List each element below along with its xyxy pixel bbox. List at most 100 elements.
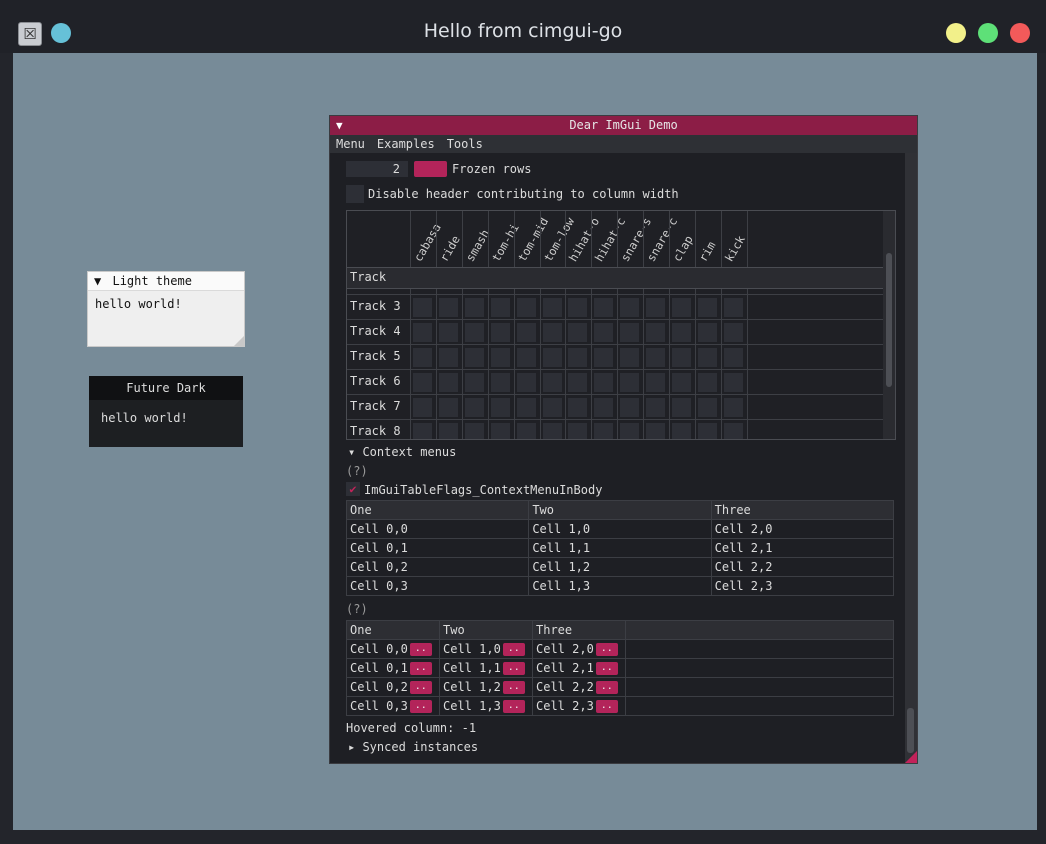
drum-step-checkbox[interactable] <box>646 348 666 367</box>
help-marker-2[interactable]: (?) <box>346 602 368 616</box>
drum-step-checkbox[interactable] <box>464 323 484 342</box>
minimize-button[interactable] <box>946 23 966 43</box>
close-button[interactable] <box>1010 23 1030 43</box>
drum-step-checkbox[interactable] <box>438 298 458 317</box>
drum-step-checkbox[interactable] <box>568 423 588 439</box>
context-menu-checkbox[interactable]: ✔ <box>346 482 360 496</box>
drum-step-checkbox[interactable] <box>723 323 743 342</box>
drum-step-checkbox[interactable] <box>672 373 691 392</box>
drum-step-checkbox[interactable] <box>723 298 743 317</box>
drum-step-checkbox[interactable] <box>413 298 432 317</box>
drum-column-header[interactable]: ride <box>437 233 463 264</box>
drum-step-checkbox[interactable] <box>438 423 458 439</box>
cell-button[interactable]: .. <box>409 662 432 675</box>
help-marker[interactable]: (?) <box>346 464 368 478</box>
future-dark-window[interactable]: Future Dark hello world! <box>89 376 243 447</box>
drum-step-checkbox[interactable] <box>490 348 510 367</box>
light-theme-window[interactable]: ▼ Light theme hello world! <box>87 271 245 347</box>
table-cell[interactable]: Cell 1,2 <box>528 557 712 577</box>
table-column-header[interactable]: Three <box>710 500 895 520</box>
drum-step-checkbox[interactable] <box>464 348 484 367</box>
synced-instances-tree-node[interactable]: ▸ Synced instances <box>348 740 478 754</box>
drum-step-checkbox[interactable] <box>672 323 691 342</box>
drum-step-checkbox[interactable] <box>516 423 536 439</box>
drum-step-checkbox[interactable] <box>672 398 691 417</box>
next-tree-node-partial[interactable]: ▸ <box>348 758 355 763</box>
drum-step-checkbox[interactable] <box>568 398 588 417</box>
table-scrollbar[interactable] <box>883 211 895 439</box>
menu-tools[interactable]: Tools <box>441 135 489 153</box>
table-cell[interactable]: Cell 1,1 <box>528 538 712 558</box>
demo-scrollbar[interactable] <box>905 153 917 763</box>
drum-step-checkbox[interactable] <box>542 323 562 342</box>
table-cell[interactable]: Cell 0,1 <box>345 538 530 558</box>
drum-step-checkbox[interactable] <box>672 298 691 317</box>
demo-scrollbar-grab[interactable] <box>907 708 914 753</box>
drum-step-checkbox[interactable] <box>568 348 588 367</box>
drum-step-checkbox[interactable] <box>568 323 588 342</box>
drum-step-checkbox[interactable] <box>646 373 666 392</box>
menu-examples[interactable]: Examples <box>371 135 441 153</box>
drum-step-checkbox[interactable] <box>516 298 536 317</box>
menu-menu[interactable]: Menu <box>330 135 371 153</box>
drum-step-checkbox[interactable] <box>620 423 640 439</box>
drum-step-checkbox[interactable] <box>620 298 640 317</box>
frozen-rows-slider[interactable] <box>414 161 447 177</box>
cell-button[interactable]: .. <box>595 643 618 656</box>
drum-step-checkbox[interactable] <box>646 423 666 439</box>
drum-step-checkbox[interactable] <box>568 298 588 317</box>
drum-step-checkbox[interactable] <box>542 298 562 317</box>
drum-column-header[interactable]: kick <box>722 233 748 264</box>
drum-step-checkbox[interactable] <box>620 373 640 392</box>
drum-step-checkbox[interactable] <box>723 423 743 439</box>
drum-step-checkbox[interactable] <box>490 373 510 392</box>
drum-step-checkbox[interactable] <box>516 373 536 392</box>
cell-button[interactable]: .. <box>595 700 618 713</box>
table-cell[interactable]: Cell 1,3 <box>528 576 712 596</box>
drum-step-checkbox[interactable] <box>464 373 484 392</box>
cell-button[interactable]: .. <box>502 643 525 656</box>
context-menus-tree-node[interactable]: ▾ Context menus <box>348 445 456 459</box>
drum-step-checkbox[interactable] <box>697 323 717 342</box>
table-cell[interactable]: Cell 0,3 <box>345 576 530 596</box>
drum-step-checkbox[interactable] <box>542 398 562 417</box>
drum-step-checkbox[interactable] <box>672 423 691 439</box>
disable-header-checkbox[interactable] <box>346 185 364 203</box>
drum-step-checkbox[interactable] <box>464 423 484 439</box>
drum-column-header[interactable]: rim <box>696 239 719 264</box>
cell-button[interactable]: .. <box>502 662 525 675</box>
collapse-icon[interactable]: ▼ <box>94 274 101 288</box>
drum-step-checkbox[interactable] <box>438 323 458 342</box>
drum-step-checkbox[interactable] <box>413 398 432 417</box>
drum-step-checkbox[interactable] <box>490 298 510 317</box>
table-cell[interactable]: Cell 0,0 <box>345 519 530 539</box>
drum-step-checkbox[interactable] <box>438 398 458 417</box>
drum-step-checkbox[interactable] <box>723 398 743 417</box>
drum-step-checkbox[interactable] <box>413 373 432 392</box>
drum-step-checkbox[interactable] <box>413 348 432 367</box>
table-cell[interactable]: Cell 2,2 <box>710 557 895 577</box>
drum-step-checkbox[interactable] <box>438 348 458 367</box>
table-column-header[interactable]: One <box>345 500 530 520</box>
drum-step-checkbox[interactable] <box>646 398 666 417</box>
table-scrollbar-grab[interactable] <box>886 253 892 387</box>
drum-step-checkbox[interactable] <box>646 323 666 342</box>
cell-button[interactable]: .. <box>595 662 618 675</box>
drum-step-checkbox[interactable] <box>464 298 484 317</box>
drum-step-checkbox[interactable] <box>413 423 432 439</box>
drum-step-checkbox[interactable] <box>620 348 640 367</box>
drum-step-checkbox[interactable] <box>620 398 640 417</box>
drum-step-checkbox[interactable] <box>697 373 717 392</box>
track-column-header[interactable]: Track <box>350 270 386 284</box>
drum-step-checkbox[interactable] <box>464 398 484 417</box>
drum-step-checkbox[interactable] <box>723 348 743 367</box>
drum-step-checkbox[interactable] <box>723 373 743 392</box>
drum-step-checkbox[interactable] <box>490 398 510 417</box>
table-column-header[interactable]: Three <box>532 620 626 640</box>
collapse-icon[interactable]: ▼ <box>336 116 343 135</box>
drum-step-checkbox[interactable] <box>516 398 536 417</box>
drum-step-checkbox[interactable] <box>516 348 536 367</box>
drum-step-checkbox[interactable] <box>646 298 666 317</box>
light-theme-titlebar[interactable]: ▼ Light theme <box>88 272 244 291</box>
drum-step-checkbox[interactable] <box>697 423 717 439</box>
